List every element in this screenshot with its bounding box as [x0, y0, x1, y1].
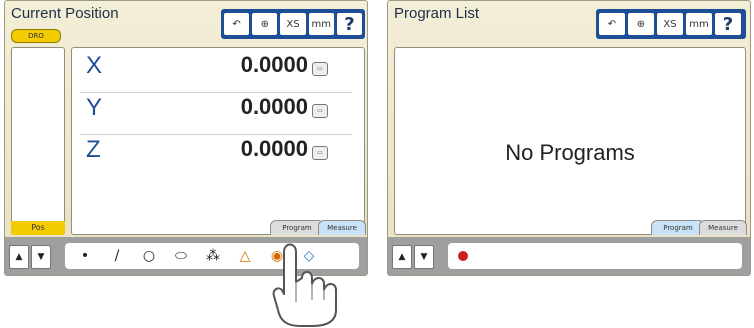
mm-button[interactable]: mm: [686, 13, 712, 35]
axis-value: 0.0000: [240, 136, 308, 161]
up-arrow-button[interactable]: ▲: [9, 245, 29, 269]
icon-bar: ↶ ⊕ XS mm ?: [596, 9, 746, 39]
axis-value: 0.0000: [240, 52, 308, 77]
hand-pointer-icon: [272, 243, 337, 327]
target-icon[interactable]: ⊕: [628, 13, 654, 35]
nav-arrows: ▲ ▼: [392, 245, 434, 269]
probe-tool-icon[interactable]: ⁂: [197, 244, 229, 268]
empty-state-message: No Programs: [505, 140, 635, 165]
angle-tool-icon[interactable]: △: [229, 244, 261, 268]
xs-button[interactable]: XS: [280, 13, 306, 35]
program-list-panel[interactable]: No Programs Program Measure: [394, 47, 747, 235]
mm-button[interactable]: mm: [308, 13, 334, 35]
down-arrow-button[interactable]: ▼: [31, 245, 51, 269]
axis-value: 0.0000: [240, 94, 308, 119]
icon-bar: ↶ ⊕ XS mm ?: [221, 9, 365, 39]
pos-label: Pos: [11, 221, 65, 235]
tab-measure[interactable]: Measure: [318, 220, 366, 235]
position-readout: X 0.0000 ▭ Y 0.0000 ▭ Z 0.0000 ▭ Program…: [71, 47, 366, 235]
tab-program[interactable]: Program: [651, 220, 705, 235]
axis-label: X: [86, 52, 103, 79]
axis-row-x: X 0.0000 ▭: [72, 52, 364, 88]
page-title: Current Position: [11, 5, 119, 22]
help-icon[interactable]: ?: [715, 13, 741, 35]
program-controls: [448, 243, 742, 269]
up-arrow-button[interactable]: ▲: [392, 245, 412, 269]
target-icon[interactable]: ⊕: [252, 13, 278, 35]
axis-label: Y: [86, 94, 103, 121]
undo-icon[interactable]: ↶: [224, 13, 250, 35]
point-tool-icon[interactable]: •: [69, 244, 101, 268]
down-arrow-button[interactable]: ▼: [414, 245, 434, 269]
line-tool-icon[interactable]: /: [101, 244, 133, 268]
tab-measure[interactable]: Measure: [699, 220, 747, 235]
page-title: Program List: [394, 5, 480, 22]
zero-button[interactable]: ▭: [312, 62, 328, 76]
program-list-screen: Program List ↶ ⊕ XS mm ? No Programs Pro…: [387, 0, 751, 276]
xs-button[interactable]: XS: [657, 13, 683, 35]
record-icon[interactable]: [458, 251, 468, 261]
zero-button[interactable]: ▭: [312, 104, 328, 118]
help-icon[interactable]: ?: [336, 13, 363, 35]
slot-tool-icon[interactable]: ⬭: [165, 244, 197, 268]
nav-arrows: ▲ ▼: [9, 245, 51, 269]
axis-row-z: Z 0.0000 ▭: [72, 136, 364, 172]
dro-badge[interactable]: DRO: [11, 29, 61, 43]
bottom-toolbar: ▲ ▼: [388, 237, 750, 275]
axis-row-y: Y 0.0000 ▭: [72, 94, 364, 130]
zero-button[interactable]: ▭: [312, 146, 328, 160]
undo-icon[interactable]: ↶: [599, 13, 625, 35]
tab-program[interactable]: Program: [270, 220, 324, 235]
divider: [80, 92, 352, 93]
feature-list-panel[interactable]: [11, 47, 65, 235]
divider: [80, 134, 352, 135]
circle-tool-icon[interactable]: ○: [133, 244, 165, 268]
axis-label: Z: [86, 136, 101, 163]
